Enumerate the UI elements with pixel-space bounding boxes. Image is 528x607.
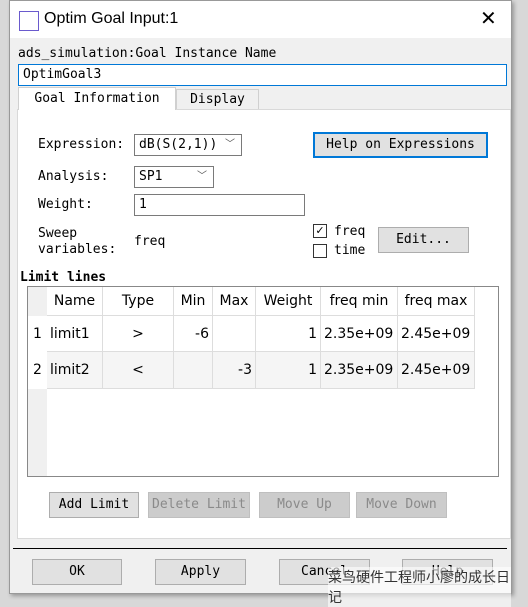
separator	[13, 548, 507, 549]
table-cell[interactable]	[174, 352, 213, 389]
ok-button[interactable]: OK	[32, 559, 122, 585]
instance-name-input[interactable]: OptimGoal3	[18, 64, 507, 86]
table-cell[interactable]: 2.35e+09	[321, 352, 398, 389]
column-header: Min	[174, 287, 213, 316]
table-cell[interactable]: >	[103, 316, 174, 352]
column-header: freq min	[321, 287, 398, 316]
freq-checkbox-label: freq	[334, 224, 366, 239]
time-checkbox[interactable]	[313, 244, 327, 258]
row-number: 1	[28, 316, 47, 352]
table-cell[interactable]: <	[103, 352, 174, 389]
weight-input[interactable]: 1	[134, 194, 305, 216]
delete-limit-button[interactable]: Delete Limit	[148, 492, 250, 518]
apply-button[interactable]: Apply	[155, 559, 246, 585]
help-on-expressions-button[interactable]: Help on Expressions	[313, 132, 488, 158]
table-cell[interactable]: 2.35e+09	[321, 316, 398, 352]
expression-value: dB(S(2,1))	[139, 137, 218, 152]
expression-label: Expression:	[38, 137, 125, 152]
limit-lines-title: Limit lines	[20, 270, 107, 285]
analysis-label: Analysis:	[38, 169, 109, 184]
tab-display[interactable]: Display	[176, 89, 259, 109]
move-down-button[interactable]: Move Down	[356, 492, 447, 518]
table-cell[interactable]: -6	[174, 316, 213, 352]
table-cell[interactable]: 2.45e+09	[398, 316, 475, 352]
analysis-value: SP1	[139, 169, 163, 184]
column-header: freq max	[398, 287, 475, 316]
time-checkbox-label: time	[334, 243, 366, 258]
column-header: Max	[213, 287, 256, 316]
analysis-dropdown[interactable]: SP1 ﹀	[134, 166, 214, 188]
add-limit-button[interactable]: Add Limit	[49, 492, 139, 518]
chevron-down-icon: ﹀	[225, 139, 235, 150]
chevron-down-icon: ﹀	[197, 171, 207, 182]
limit-lines-table: Name Type Min Max Weight freq min freq max 1 lim…	[27, 286, 499, 477]
table-cell[interactable]	[213, 316, 256, 352]
window-title: Optim Goal Input:1	[44, 10, 179, 27]
watermark: 菜鸟硬件工程师小廖的成长日记	[328, 567, 511, 607]
table-cell[interactable]: 1	[256, 316, 321, 352]
column-header: Name	[47, 287, 103, 316]
edit-sweep-button[interactable]: Edit...	[378, 227, 469, 253]
move-up-button[interactable]: Move Up	[259, 492, 350, 518]
weight-label: Weight:	[38, 197, 93, 212]
app-icon	[19, 11, 39, 31]
close-icon[interactable]: ✕	[480, 6, 497, 30]
row-number: 2	[28, 352, 47, 389]
table-cell[interactable]: -3	[213, 352, 256, 389]
expression-dropdown[interactable]: dB(S(2,1)) ﹀	[134, 134, 242, 156]
table-cell[interactable]: limit2	[47, 352, 103, 389]
column-header: Weight	[256, 287, 321, 316]
sweep-label-line2: variables:	[38, 242, 117, 257]
tab-goal-information[interactable]: Goal Information	[18, 87, 176, 110]
table-cell[interactable]: limit1	[47, 316, 103, 352]
table-cell[interactable]: 2.45e+09	[398, 352, 475, 389]
column-header: Type	[103, 287, 174, 316]
instance-name-label: ads_simulation:Goal Instance Name	[18, 46, 277, 61]
sweep-variables-value: freq	[134, 234, 166, 249]
sweep-label-line1: Sweep	[38, 226, 78, 241]
table-cell[interactable]: 1	[256, 352, 321, 389]
title-bar: Optim Goal Input:1 ✕	[10, 1, 511, 38]
freq-checkbox[interactable]: ✓	[313, 224, 327, 238]
